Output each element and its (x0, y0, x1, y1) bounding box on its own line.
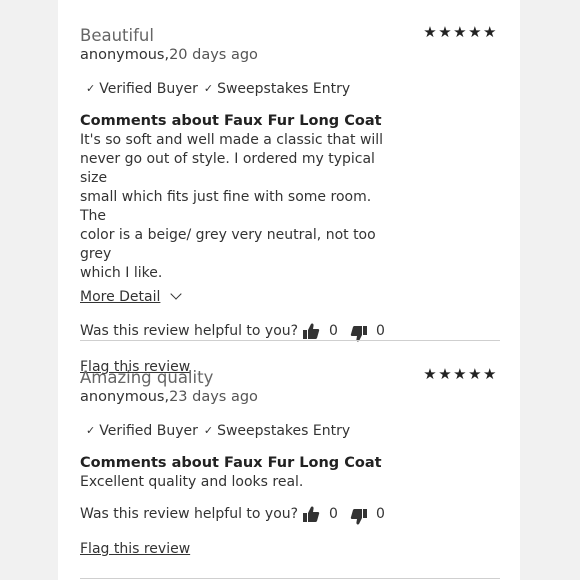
more-detail-toggle[interactable]: More Detail (80, 287, 502, 307)
helpful-down-count: 0 (376, 506, 385, 522)
check-icon: ✓ (86, 424, 96, 437)
helpful-question: Was this review helpful to you? (80, 506, 299, 522)
review-divider (80, 578, 500, 579)
thumbs-up-icon[interactable] (302, 505, 320, 523)
review-body-line: color is a beige/ grey very neutral, not… (80, 227, 376, 262)
star-rating: ★★★★★ (423, 365, 498, 383)
check-icon: ✓ (203, 82, 214, 95)
star-icon: ★ (468, 365, 484, 383)
review-body-line: small which fits just fine with some roo… (80, 189, 372, 224)
star-icon: ★ (483, 365, 498, 383)
star-icon: ★ (423, 23, 439, 41)
check-icon: ✓ (86, 82, 96, 95)
review-meta: anonymous,20 days ago (80, 45, 502, 65)
badge-label: Sweepstakes Entry (217, 81, 351, 97)
badge-label: Verified Buyer (99, 81, 198, 97)
review-badges: ✓ Verified Buyer ✓ Sweepstakes Entry (80, 421, 502, 441)
review-body-line: It's so soft and well made a classic tha… (80, 132, 384, 148)
helpful-row: Was this review helpful to you? 0 0 (80, 321, 502, 345)
review-badges: ✓ Verified Buyer ✓ Sweepstakes Entry (80, 79, 502, 99)
review-card: Amazing quality ★★★★★ anonymous,23 days … (80, 365, 502, 559)
review-date: 23 days ago (169, 389, 258, 405)
star-icon: ★ (453, 23, 469, 41)
badge-label: Sweepstakes Entry (217, 423, 351, 439)
check-icon: ✓ (203, 424, 214, 437)
verified-buyer-badge: ✓ Verified Buyer (80, 421, 198, 441)
review-author: anonymous, (80, 389, 170, 405)
review-body: It's so soft and well made a classic tha… (80, 131, 400, 283)
star-icon: ★ (423, 365, 439, 383)
star-icon: ★ (438, 23, 454, 41)
review-heading: Comments about Faux Fur Long Coat (80, 455, 382, 471)
chevron-down-icon[interactable] (170, 288, 183, 300)
review-body: Excellent quality and looks real. (80, 473, 400, 492)
review-date: 20 days ago (169, 47, 258, 63)
star-icon: ★ (468, 23, 484, 41)
more-detail-link[interactable]: More Detail (80, 289, 160, 305)
review-heading: Comments about Faux Fur Long Coat (80, 113, 382, 129)
helpful-question: Was this review helpful to you? (80, 323, 299, 339)
verified-buyer-badge: ✓ Verified Buyer (80, 79, 198, 99)
thumbs-up-icon[interactable] (302, 322, 320, 340)
star-icon: ★ (483, 23, 498, 41)
review-card: Beautiful ★★★★★ anonymous,20 days ago ✓ V… (80, 23, 502, 377)
review-author: anonymous, (80, 47, 170, 63)
review-body-line: which I like. (80, 265, 163, 281)
thumbs-down-icon[interactable] (350, 508, 368, 526)
review-divider (80, 340, 500, 341)
helpful-up-count: 0 (329, 506, 338, 522)
star-icon: ★ (438, 365, 454, 383)
helpful-row: Was this review helpful to you? 0 0 (80, 504, 502, 528)
review-body-line: never go out of style. I ordered my typi… (80, 151, 375, 186)
helpful-down-count: 0 (376, 323, 385, 339)
helpful-up-count: 0 (329, 323, 338, 339)
badge-label: Verified Buyer (99, 423, 198, 439)
review-body-line: Excellent quality and looks real. (80, 474, 304, 490)
star-icon: ★ (453, 365, 469, 383)
star-rating: ★★★★★ (423, 23, 498, 41)
sweepstakes-badge: ✓ Sweepstakes Entry (204, 79, 350, 99)
review-meta: anonymous,23 days ago (80, 387, 502, 407)
flag-review[interactable]: Flag this review (80, 539, 502, 559)
flag-review-link[interactable]: Flag this review (80, 541, 190, 557)
sweepstakes-badge: ✓ Sweepstakes Entry (204, 421, 350, 441)
